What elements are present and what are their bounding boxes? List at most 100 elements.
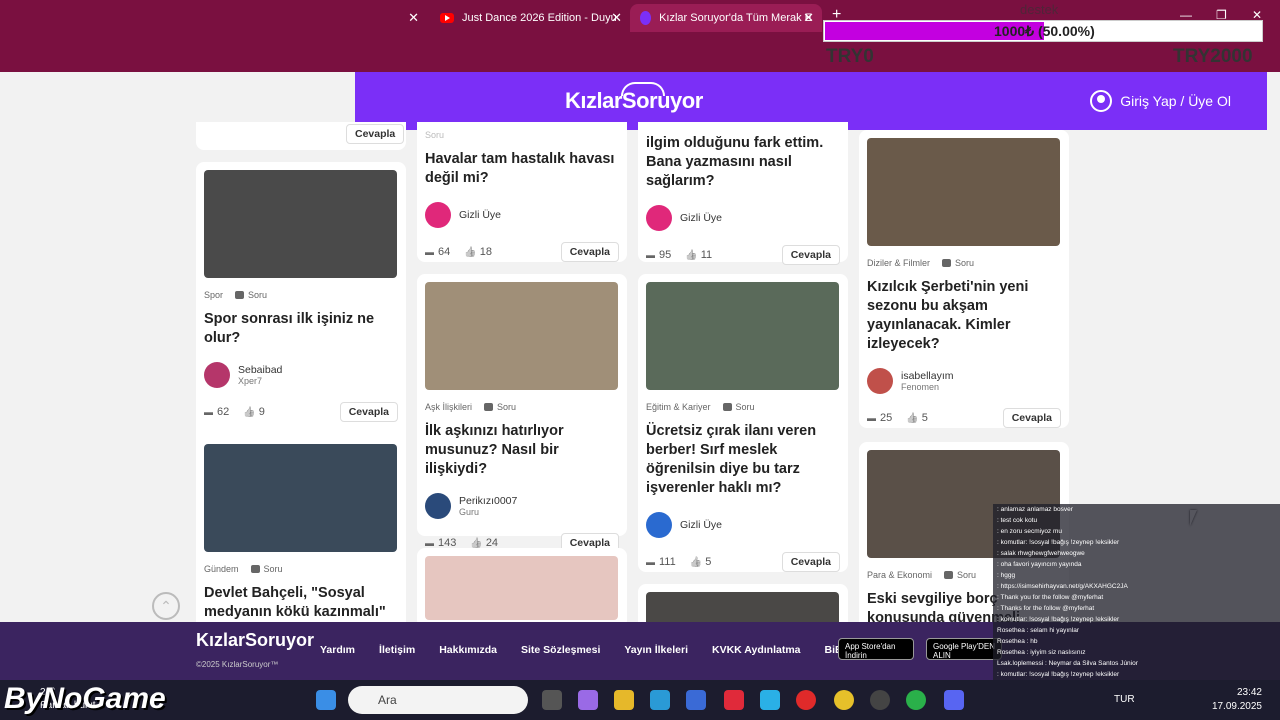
discord-icon[interactable] <box>944 690 964 710</box>
author-name: Gizli Üye <box>680 519 723 531</box>
avatar <box>646 205 672 231</box>
app-icon[interactable] <box>724 690 744 710</box>
author-name[interactable]: Sebaibad <box>238 364 282 376</box>
start-icon[interactable] <box>316 690 336 710</box>
author-name[interactable]: isabellayım <box>901 370 954 382</box>
question-card[interactable] <box>417 548 627 622</box>
site-favicon-icon <box>640 11 652 25</box>
like-count[interactable]: 5 <box>906 412 928 424</box>
question-card[interactable]: Aşk İlişkileri Soru İlk aşkınızı hatırlıy… <box>417 274 627 553</box>
donation-goal-amount: TRY2000 <box>1173 46 1253 67</box>
footer-link-yardim[interactable]: Yardım <box>320 644 355 656</box>
task-view-icon[interactable] <box>542 690 562 710</box>
question-title[interactable]: Spor sonrası ilk işiniz ne olur? <box>204 310 398 348</box>
donation-progress-bar: 1000₺ (50.00%) <box>823 20 1263 42</box>
answer-button[interactable]: Cevapla <box>781 552 840 572</box>
close-icon[interactable]: ✕ <box>611 10 622 26</box>
category-label[interactable]: Aşk İlişkileri <box>425 402 472 412</box>
tab-just-dance[interactable]: Just Dance 2026 Edition - Duyu ✕ <box>430 4 630 32</box>
category-label[interactable]: Eğitim & Kariyer <box>646 402 711 412</box>
answer-button[interactable]: Cevapla <box>781 245 840 265</box>
close-icon[interactable]: ✕ <box>408 10 419 26</box>
footer-link-iletisim[interactable]: İletişim <box>379 644 415 656</box>
author-name[interactable]: Perikızı0007 <box>459 495 517 507</box>
opera-icon[interactable] <box>796 690 816 710</box>
close-icon[interactable]: ✕ <box>803 10 814 26</box>
type-label: Soru <box>484 402 516 412</box>
chat-message: : Thank you for the follow @myferhat <box>997 594 1104 601</box>
question-title[interactable]: İlk aşkınızı hatırlıyor musunuz? Nasıl b… <box>425 422 619 479</box>
tab-kizlar-soruyor[interactable]: Kızlar Soruyor'da Tüm Merak E ✕ <box>630 4 822 32</box>
comment-count: 25 <box>867 412 892 424</box>
like-count[interactable]: 18 <box>464 246 492 258</box>
question-title[interactable]: Kızılcık Şerbeti'nin yeni sezonu bu akşa… <box>867 278 1061 354</box>
avatar[interactable] <box>204 362 230 388</box>
language-indicator[interactable]: TUR <box>1114 694 1135 705</box>
tab-1[interactable]: ✕ <box>355 4 427 32</box>
category-label[interactable]: Gündem <box>204 564 239 574</box>
question-card[interactable]: ilgim olduğunu fark ettim. Bana yazmasın… <box>638 122 848 265</box>
chrome-profile-icon[interactable] <box>906 690 926 710</box>
avatar <box>425 202 451 228</box>
author-rank: Xper7 <box>238 376 263 386</box>
chat-message: : komutlar: !sosyal !bağış !zeynep !eksi… <box>997 539 1120 546</box>
footer-logo[interactable]: KızlarSoruyor <box>196 630 314 651</box>
question-card[interactable]: Diziler & Filmler Soru Kızılcık Şerbeti'n… <box>859 130 1069 428</box>
chat-message: Rosethea : iyiyim siz naslısınız <box>997 649 1086 656</box>
footer-copyright: ©2025 KızlarSoruyor™ <box>196 660 279 669</box>
question-title[interactable]: Devlet Bahçeli, "Sosyal medyanın kökü ka… <box>204 584 398 622</box>
avatar <box>646 512 672 538</box>
edge-icon[interactable] <box>650 690 670 710</box>
footer-link-kvkk[interactable]: KVKK Aydınlatma <box>712 644 801 656</box>
copilot-icon[interactable] <box>578 690 598 710</box>
chat-message: : test cok kotu <box>997 517 1038 524</box>
chat-message: : salak rhwghewgfwehweogwe <box>997 550 1085 557</box>
question-image <box>646 282 839 390</box>
scroll-up-button[interactable]: ⌃ <box>152 592 180 620</box>
obs-icon[interactable] <box>870 690 890 710</box>
login-button[interactable]: Giriş Yap / Üye Ol <box>1090 90 1231 112</box>
category-label[interactable]: Spor <box>204 290 223 300</box>
question-title[interactable]: Ücretsiz çırak ilanı veren berber! Sırf … <box>646 422 840 498</box>
app-store-button[interactable]: App Store'dan İndirin <box>838 638 914 660</box>
category-label[interactable]: Para & Ekonomi <box>867 570 932 580</box>
type-label: Soru <box>235 290 267 300</box>
file-explorer-icon[interactable] <box>614 690 634 710</box>
like-count[interactable]: 5 <box>690 556 711 568</box>
question-title[interactable]: Havalar tam hastalık havası değil mi? <box>425 150 619 188</box>
site-logo[interactable]: KızlarSoruyor <box>565 82 703 114</box>
avatar[interactable] <box>867 368 893 394</box>
windows-taskbar: 21° Parçalı bulut Ara TUR 23:42 17.09.2025 <box>0 680 1280 720</box>
donation-title: destek <box>1020 2 1059 17</box>
taskbar-search-input[interactable]: Ara <box>348 686 528 714</box>
youtube-icon <box>440 13 454 23</box>
app-icon[interactable] <box>760 690 780 710</box>
donation-progress-text: 1000₺ (50.00%) <box>994 23 1095 39</box>
like-count[interactable]: 9 <box>243 406 265 418</box>
chrome-icon[interactable] <box>834 690 854 710</box>
answer-button[interactable]: Cevapla <box>1002 408 1061 428</box>
store-icon[interactable] <box>686 690 706 710</box>
footer-link-sozlesme[interactable]: Site Sözleşmesi <box>521 644 600 656</box>
stream-logo: ByNoGame <box>4 682 166 715</box>
footer-link-hakkimizda[interactable]: Hakkımızda <box>439 644 497 656</box>
answer-button[interactable]: Cevapla <box>560 242 619 262</box>
footer-link-yayin-ilkeleri[interactable]: Yayın İlkeleri <box>624 644 688 656</box>
chat-message: : anlamaz anlamaz bosver <box>997 506 1073 513</box>
donation-min-amount: TRY0 <box>826 46 874 67</box>
category-label[interactable]: Diziler & Filmler <box>867 258 930 268</box>
question-card[interactable]: Soru Havalar tam hastalık havası değil m… <box>417 122 627 262</box>
answer-button[interactable]: Cevapla <box>346 124 405 144</box>
like-count[interactable]: 11 <box>685 249 712 261</box>
user-icon <box>1090 90 1113 112</box>
question-card[interactable] <box>638 584 848 622</box>
answer-button[interactable]: Cevapla <box>339 402 398 422</box>
google-play-button[interactable]: Google Play'DEN ALIN <box>926 638 1002 660</box>
question-card[interactable]: Eğitim & Kariyer Soru Ücretsiz çırak ilan… <box>638 274 848 572</box>
question-title[interactable]: ilgim olduğunu fark ettim. Bana yazmasın… <box>646 134 840 191</box>
chat-message: Lsak.loplemessi : Neymar da Silva Santos… <box>997 660 1138 667</box>
chat-message: : https://isimsehirhayvan.net/g/AKXAHGC2… <box>997 583 1128 590</box>
system-clock[interactable]: 23:42 17.09.2025 <box>1212 686 1262 714</box>
avatar[interactable] <box>425 493 451 519</box>
question-card[interactable]: Gündem Soru Devlet Bahçeli, "Sosyal medya… <box>196 436 406 622</box>
